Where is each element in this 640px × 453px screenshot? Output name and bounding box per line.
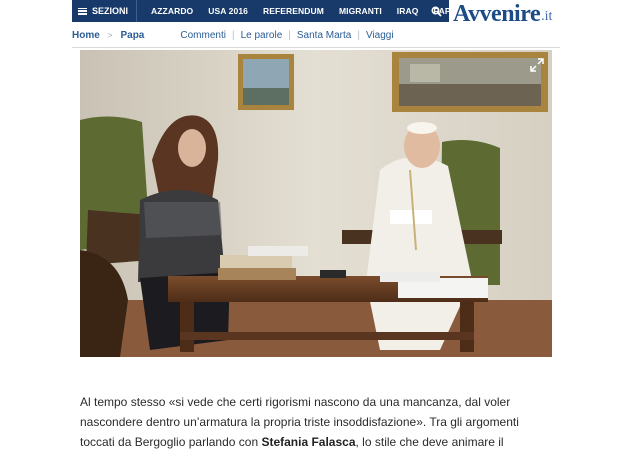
section-subnav: Commenti | Le parole | Santa Marta | Via… — [180, 30, 393, 41]
breadcrumb-home[interactable]: Home — [72, 30, 100, 41]
sezioni-menu-button[interactable]: SEZIONI — [72, 0, 138, 22]
subnav-le-parole[interactable]: Le parole — [241, 30, 283, 41]
subnav-santa-marta[interactable]: Santa Marta — [297, 30, 351, 41]
logo-name: Avvenire — [453, 1, 541, 27]
nav-link-usa-2016[interactable]: USA 2016 — [208, 6, 248, 16]
article-line-3: toccati da Bergoglio parlando con Stefan… — [80, 432, 552, 452]
search-button[interactable] — [423, 0, 449, 22]
expand-icon[interactable] — [530, 58, 544, 72]
subnav-viaggi[interactable]: Viaggi — [366, 30, 394, 41]
article-line-3-suffix: , lo stile che deve animare il — [355, 435, 504, 449]
subnav-divider: | — [231, 30, 235, 41]
search-icon — [430, 5, 442, 17]
avvenire-logo[interactable]: Avvenire .it — [453, 0, 552, 26]
article-line-2: nascondere dentro un’armatura la propria… — [80, 415, 519, 429]
breadcrumb-papa[interactable]: Papa — [120, 30, 144, 41]
sezioni-label: SEZIONI — [92, 6, 129, 16]
top-navigation-bar: SEZIONI AZZARDO USA 2016 REFERENDUM MIGR… — [72, 0, 456, 22]
article-body: Al tempo stesso «si vede che certi rigor… — [80, 392, 552, 452]
article-line-1: Al tempo stesso «si vede che certi rigor… — [80, 395, 511, 409]
nav-link-iraq[interactable]: IRAQ — [397, 6, 419, 16]
hamburger-icon — [78, 7, 87, 15]
person-name-stefania-falasca: Stefania Falasca — [261, 435, 356, 449]
nav-link-referendum[interactable]: REFERENDUM — [263, 6, 324, 16]
article-line-3-prefix: toccati da Bergoglio parlando con — [80, 435, 262, 449]
subnav-divider: | — [288, 30, 291, 41]
nav-link-migranti[interactable]: MIGRANTI — [339, 6, 382, 16]
subnav-commenti[interactable]: Commenti — [180, 30, 226, 41]
article-photo[interactable] — [80, 50, 552, 357]
chevron-right-icon: > — [107, 31, 113, 40]
breadcrumb-bar: Home > Papa Commenti | Le parole | Santa… — [72, 24, 560, 48]
subnav-divider: | — [357, 30, 360, 41]
interview-scene-illustration — [80, 50, 552, 357]
nav-link-azzardo[interactable]: AZZARDO — [151, 6, 193, 16]
